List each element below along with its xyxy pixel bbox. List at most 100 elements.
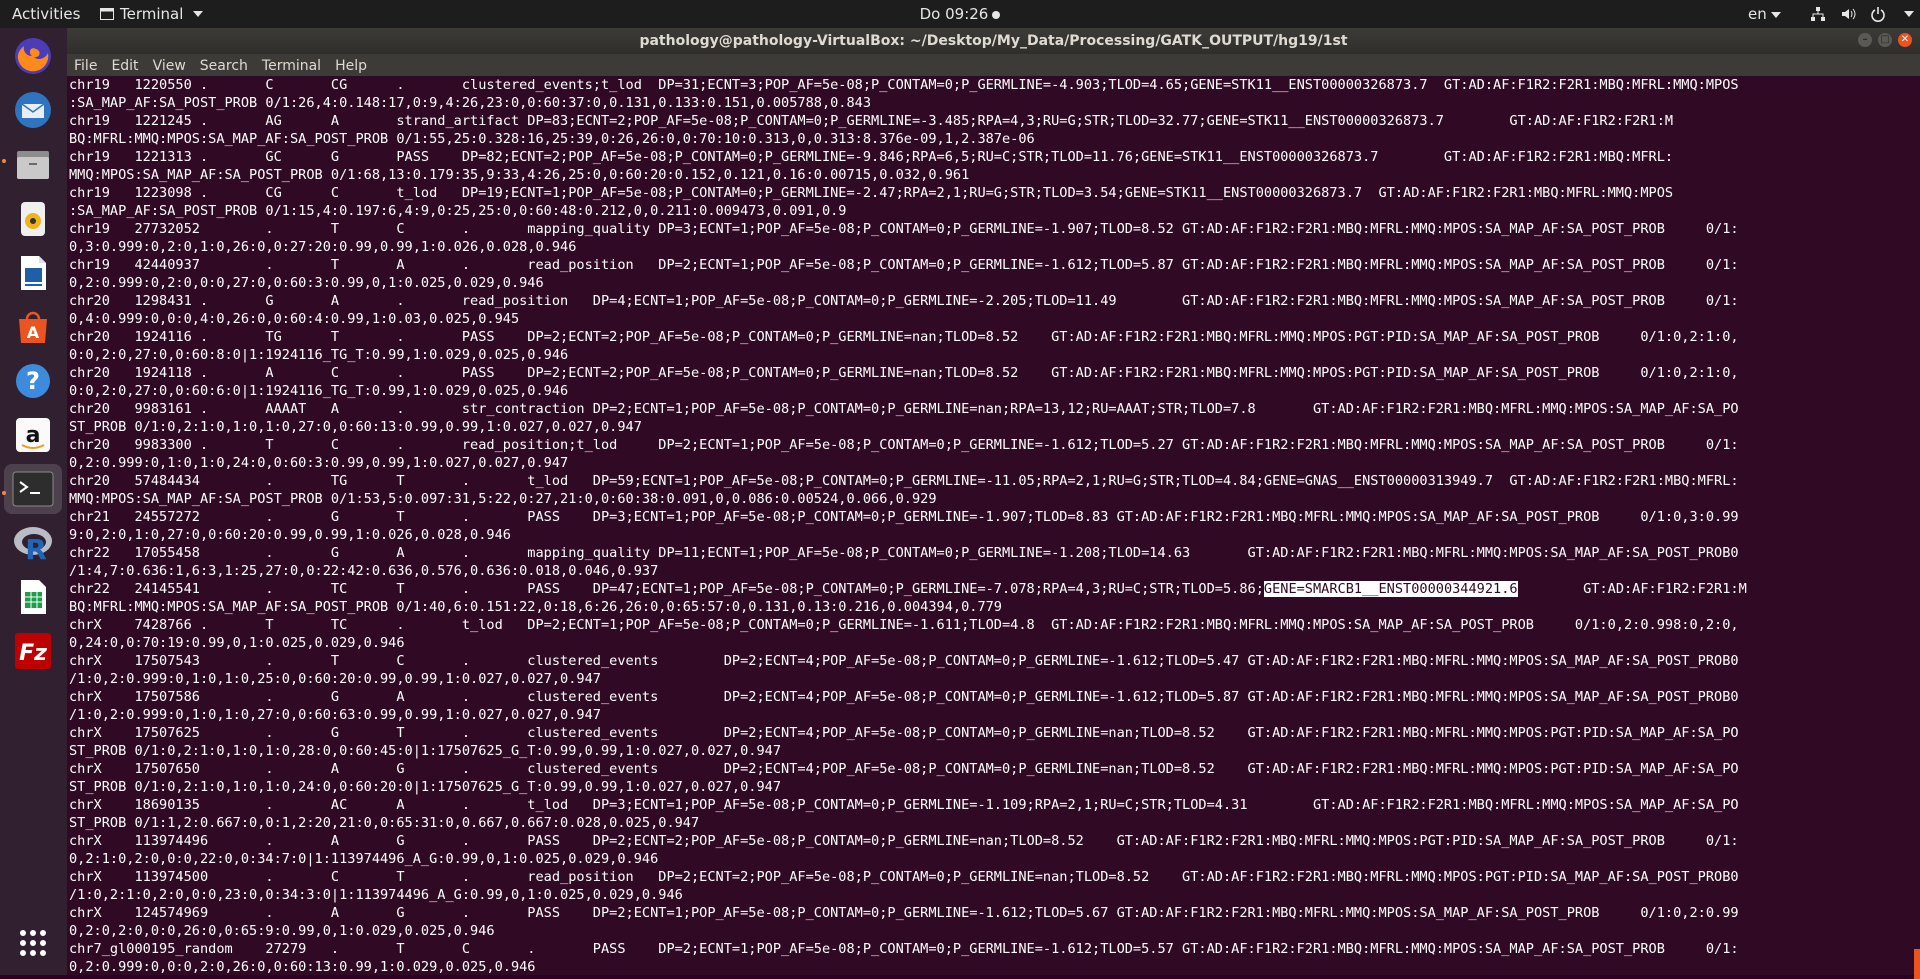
chevron-down-icon	[193, 11, 204, 17]
activities-button[interactable]: Activities	[12, 0, 80, 28]
menu-terminal[interactable]: Terminal	[255, 54, 328, 76]
dock-calc[interactable]	[8, 572, 58, 622]
terminal-line: chr20 9983300 . T C . read_position;t_lo…	[69, 437, 1739, 453]
terminal-line-text: chr22 24145541 . TC T . PASS DP=47;ECNT=…	[69, 581, 1264, 597]
terminal-app-icon	[100, 8, 114, 20]
terminal-line: MMQ:MPOS:SA_MAP_AF:SA_POST_PROB 0/1:68,1…	[69, 167, 970, 183]
terminal-line: chrX 17507586 . G A . clustered_events D…	[69, 689, 1739, 705]
running-indicator	[2, 159, 6, 163]
terminal-line: chr22 17055458 . G A . mapping_quality D…	[69, 545, 1739, 561]
terminal-line: chrX 17507543 . T C . clustered_events D…	[69, 653, 1739, 669]
menu-file[interactable]: File	[67, 54, 104, 76]
close-button[interactable]: ✕	[1898, 33, 1912, 47]
terminal-line: chr19 27732052 . T C . mapping_quality D…	[69, 221, 1739, 237]
amazon-icon: a	[16, 418, 50, 452]
dock-writer[interactable]	[8, 248, 58, 298]
terminal-line: ST_PROB 0/1:0,2:1:0,1:0,1:0,27:0,0:60:13…	[69, 419, 642, 435]
terminal-line: chr19 1220550 . C CG . clustered_events;…	[69, 77, 1739, 93]
terminal-line: chrX 124574969 . A G . PASS DP=2;ECNT=1;…	[69, 905, 1739, 921]
terminal-line: chr19 1221313 . GC G PASS DP=82;ECNT=2;P…	[69, 149, 1674, 165]
terminal-line: chr21 24557272 . G T . PASS DP=3;ECNT=1;…	[69, 509, 1739, 525]
terminal-icon	[12, 471, 54, 507]
dock-rhythmbox[interactable]	[8, 194, 58, 244]
terminal-line: chr20 57484434 . TG T . t_lod DP=59;ECNT…	[69, 473, 1739, 489]
terminal-line: 0,2:1:0,2:0,0:0,22:0,0:34:7:0|1:11397449…	[69, 851, 659, 867]
dock-thunderbird[interactable]	[8, 85, 58, 135]
app-menu-label: Terminal	[120, 5, 184, 23]
dock-filezilla[interactable]: Fz	[8, 626, 58, 676]
maximize-button[interactable]: □	[1878, 33, 1892, 47]
notification-dot-icon	[992, 10, 1001, 19]
dock-software[interactable]: A	[8, 302, 58, 352]
menu-search[interactable]: Search	[193, 54, 255, 76]
help-icon: ?	[16, 364, 50, 398]
top-bar: Activities Terminal Do 09:26 en	[0, 0, 1920, 28]
menu-bar: File Edit View Search Terminal Help	[67, 54, 1920, 76]
window-title: pathology@pathology-VirtualBox: ~/Deskto…	[639, 33, 1348, 49]
minimize-button[interactable]: –	[1858, 33, 1872, 47]
terminal-line: ST_PROB 0/1:1,2:0.667:0,0:1,2:20,21:0,0:…	[69, 815, 700, 831]
terminal-line: chrX 7428766 . T TC . t_lod DP=2;ECNT=1;…	[69, 617, 1739, 633]
rhythmbox-icon	[21, 202, 45, 236]
volume-icon	[1842, 8, 1856, 20]
menu-view[interactable]: View	[146, 54, 193, 76]
terminal-window: pathology@pathology-VirtualBox: ~/Deskto…	[67, 28, 1920, 979]
terminal-output[interactable]: chr19 1220550 . C CG . clustered_events;…	[67, 76, 1920, 975]
terminal-line: 0,2:0.999:0,2:0,0:0,27:0,0:60:3:0.99,0,1…	[69, 275, 544, 291]
dock-help[interactable]: ?	[8, 356, 58, 406]
svg-text:Fz: Fz	[19, 641, 47, 666]
svg-text:A: A	[27, 323, 40, 342]
system-tray[interactable]	[1810, 0, 1914, 28]
menu-edit[interactable]: Edit	[104, 54, 145, 76]
dock-amazon[interactable]: a	[8, 410, 58, 460]
writer-icon	[21, 256, 46, 290]
terminal-line: chrX 113974496 . A G . PASS DP=2;ECNT=2;…	[69, 833, 1739, 849]
chevron-down-icon	[1770, 11, 1781, 18]
terminal-line: 0:0,2:0,27:0,0:60:8:0|1:1924116_TG_T:0.9…	[69, 347, 569, 363]
svg-text:R: R	[25, 533, 47, 563]
r-icon: R	[14, 527, 52, 563]
dock-show-apps[interactable]	[8, 918, 58, 968]
terminal-line: chrX 17507650 . A G . clustered_events D…	[69, 761, 1739, 777]
network-icon	[1811, 7, 1825, 21]
terminal-line: BQ:MFRL:MMQ:MPOS:SA_MAP_AF:SA_POST_PROB …	[69, 599, 1002, 615]
window-titlebar[interactable]: pathology@pathology-VirtualBox: ~/Deskto…	[67, 28, 1920, 54]
files-icon	[17, 151, 49, 179]
clock-label: Do 09:26	[919, 5, 989, 23]
terminal-line: 0,2:0.999:0,1:0,1:0,24:0,0:60:3:0.99,0.9…	[69, 455, 569, 471]
terminal-line: 0,2:0.999:0,0:0,2:0,26:0,0:60:13:0.99,1:…	[69, 959, 536, 975]
window-controls: – □ ✕	[1858, 33, 1912, 47]
scrollbar[interactable]	[1914, 76, 1920, 979]
terminal-line: chr20 1924116 . TG T . PASS DP=2;ECNT=2;…	[69, 329, 1739, 345]
thunderbird-icon	[15, 92, 51, 128]
menu-help[interactable]: Help	[328, 54, 374, 76]
terminal-line-tail: GT:AD:AF:F1R2:F2R1:M	[1517, 581, 1747, 597]
terminal-line: /1:0,2:1:0,2:0,0:0,23:0,0:34:3:0|1:11397…	[69, 887, 683, 903]
terminal-line: 0,3:0.999:0,2:0,1:0,26:0,0:27:20:0.99,0.…	[69, 239, 577, 255]
terminal-line: chr20 9983161 . AAAAT A . str_contractio…	[69, 401, 1739, 417]
terminal-line: 0:0,2:0,27:0,0:60:6:0|1:1924116_TG_T:0.9…	[69, 383, 569, 399]
terminal-line: /1:0,2:0.999:0,1:0,1:0,27:0,0:60:63:0.99…	[69, 707, 601, 723]
dock-files[interactable]	[8, 140, 58, 190]
language-indicator[interactable]: en	[1748, 0, 1781, 28]
terminal-line: chrX 113974500 . C T . read_position DP=…	[69, 869, 1739, 885]
terminal-line: :SA_MAP_AF:SA_POST_PROB 0/1:26,4:0.148:1…	[69, 95, 872, 111]
clock[interactable]: Do 09:26	[920, 5, 1001, 23]
language-label: en	[1748, 5, 1767, 23]
terminal-line: /1:0,2:0.999:0,1:0,1:0,25:0,0:60:20:0.99…	[69, 671, 601, 687]
filezilla-icon: Fz	[15, 633, 51, 669]
terminal-line: chrX 17507625 . G T . clustered_events D…	[69, 725, 1739, 741]
terminal-line: 0,4:0.999:0,0:0,4:0,26:0,0:60:4:0.99,1:0…	[69, 311, 520, 327]
dock-r[interactable]: R	[8, 518, 58, 568]
terminal-line: 9:0,2:0,1:0,27:0,0:60:20:0.99,0.99,1:0.0…	[69, 527, 511, 543]
chevron-down-icon	[1904, 11, 1914, 17]
dock-firefox[interactable]	[8, 31, 58, 81]
terminal-line: chr19 1221245 . AG A strand_artifact DP=…	[69, 113, 1674, 129]
dock: A ? a R Fz	[0, 28, 67, 975]
show-apps-icon	[20, 930, 46, 956]
terminal-line: chr19 1223098 . CG C t_lod DP=19;ECNT=1;…	[69, 185, 1674, 201]
dock-terminal[interactable]	[4, 464, 62, 514]
app-menu[interactable]: Terminal	[100, 0, 204, 28]
terminal-line: chr22 24145541 . TC T . PASS DP=47;ECNT=…	[69, 580, 1920, 598]
terminal-line: :SA_MAP_AF:SA_POST_PROB 0/1:15,4:0.197:6…	[69, 203, 847, 219]
